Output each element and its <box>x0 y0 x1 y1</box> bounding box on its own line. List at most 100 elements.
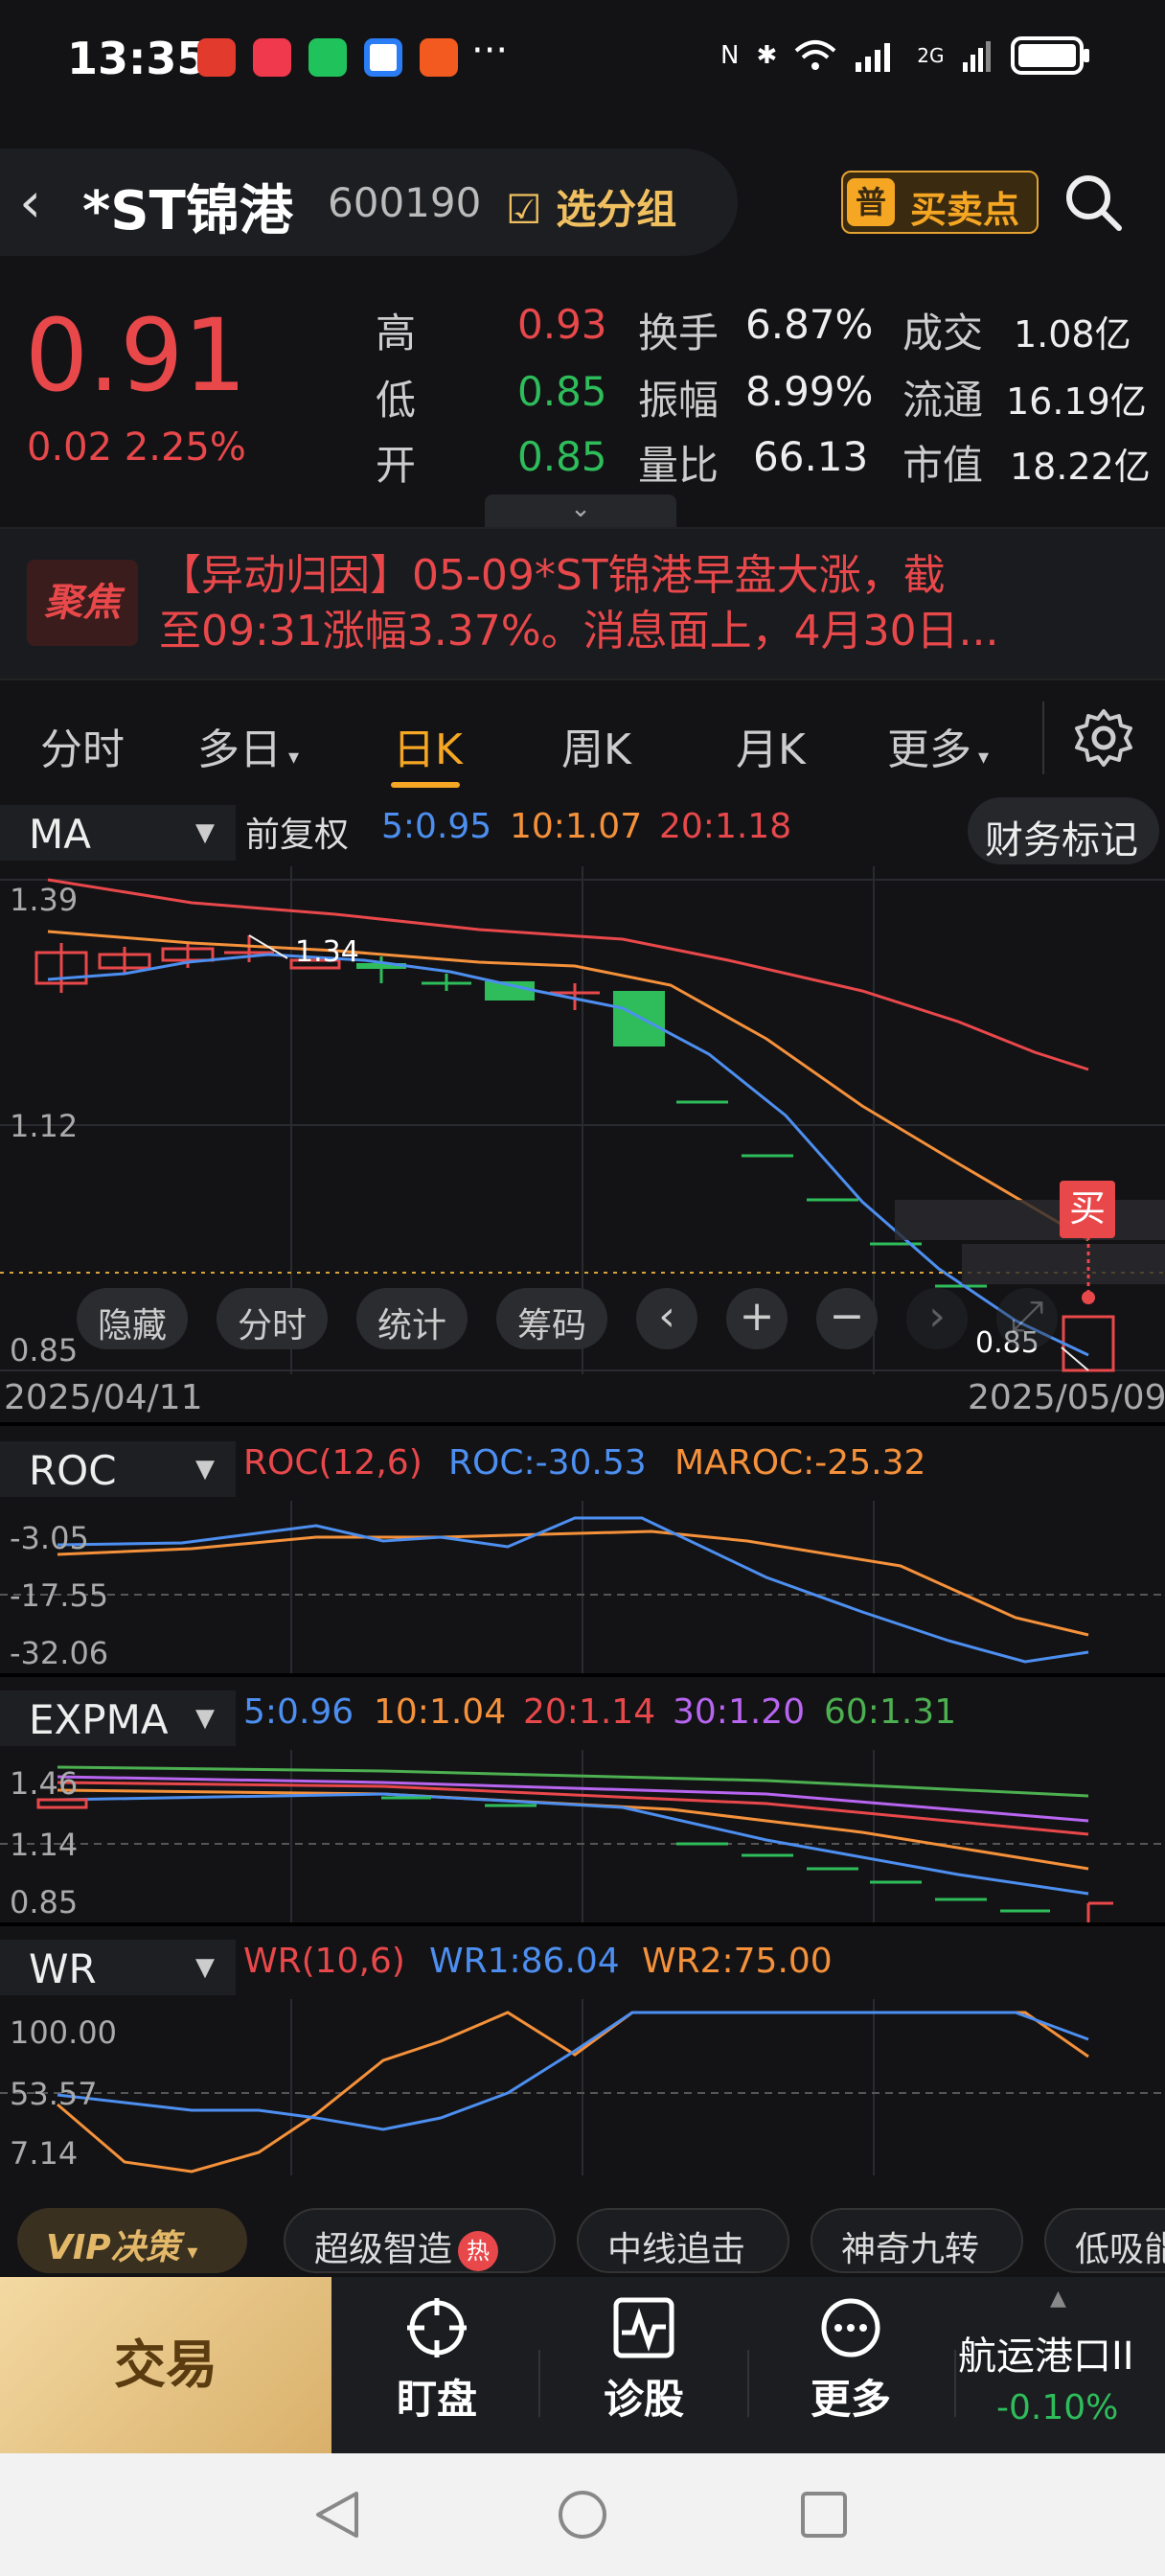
intraday-button[interactable]: 分时 <box>217 1288 329 1349</box>
select-group-label: 选分组 <box>556 186 677 233</box>
expand-quote-button[interactable]: ⌄ <box>485 494 676 527</box>
wifi-icon <box>794 40 836 70</box>
nav-divider <box>538 2350 540 2417</box>
home-circle-icon[interactable] <box>556 2488 609 2542</box>
volume-label: 成交 <box>902 310 984 356</box>
expma-indicator-select[interactable]: EXPMA ▼ <box>0 1690 236 1746</box>
tab-weekly-k[interactable]: 周K <box>561 715 631 776</box>
expand-up-icon[interactable]: ▲ <box>1050 2287 1066 2311</box>
focus-badge: 聚焦 <box>27 560 138 646</box>
news-banner[interactable]: 聚焦 【异动归因】05-09*ST锦港早盘大涨，截 至09:31涨幅3.37%。… <box>0 527 1165 680</box>
roc-indicator-select[interactable]: ROC ▼ <box>0 1441 236 1497</box>
roc-params: ROC(12,6) <box>243 1443 423 1483</box>
tab-divider <box>1042 702 1044 774</box>
trade-button[interactable]: 交易 <box>0 2277 331 2453</box>
chip-super-manufacture[interactable]: 超级智造热 <box>284 2208 556 2273</box>
wr-chart <box>0 1999 1165 2175</box>
buy-signal-tag[interactable]: 买 <box>1060 1181 1115 1238</box>
ma-indicator-label: MA <box>29 811 91 858</box>
chip-midline-chase[interactable]: 中线追击 <box>577 2208 789 2273</box>
chip-distribution-button[interactable]: 筹码 <box>496 1288 608 1349</box>
maroc-line <box>57 1530 1089 1637</box>
market-cap-value: 18.22亿 <box>1010 446 1151 488</box>
diagnose-button[interactable]: 诊股 <box>567 2296 720 2426</box>
news-text: 【异动归因】05-09*ST锦港早盘大涨，截 至09:31涨幅3.37%。消息面… <box>159 548 1146 659</box>
ma5-label: 5:0.95 <box>381 807 492 846</box>
turnover-value: 6.87% <box>745 301 874 348</box>
chart-toolbar: 隐藏 分时 统计 筹码 ‹ + − › ⤢ <box>77 1288 1059 1349</box>
sector-name: 航运港口II <box>958 2334 1134 2379</box>
finance-marker-button[interactable]: 财务标记 <box>968 797 1159 864</box>
high-value: 0.93 <box>517 301 607 348</box>
wr-params: WR(10,6) <box>243 1942 405 1981</box>
wr2-line <box>57 2011 1089 2174</box>
zoom-out-icon[interactable]: − <box>816 1288 879 1349</box>
roc-y-mid: -17.55 <box>10 1577 109 1614</box>
expma30-label: 30:1.20 <box>673 1692 806 1732</box>
y-axis-bottom: 0.85 <box>10 1332 79 1368</box>
peak-label: 1.34 <box>295 935 359 969</box>
wr2-value: WR2:75.00 <box>642 1942 833 1981</box>
chart-overlay-shade <box>895 1200 1165 1240</box>
search-icon[interactable] <box>1063 172 1123 232</box>
fullscreen-icon[interactable]: ⤢ <box>996 1288 1059 1349</box>
chip-low-buy[interactable]: 低吸能 <box>1044 2208 1165 2273</box>
network-type: 2G <box>917 44 945 67</box>
signal-icon <box>856 43 891 72</box>
ma10-label: 10:1.07 <box>510 807 643 846</box>
date-end: 2025/05/09 <box>968 1378 1165 1417</box>
tab-multi-day-label: 多日 <box>197 725 282 774</box>
amplitude-label: 振幅 <box>638 377 720 424</box>
back-arrow-icon[interactable]: ‹ <box>19 170 41 235</box>
nfc-icon: N <box>720 41 740 70</box>
wr-y-mid: 53.57 <box>10 2076 98 2112</box>
tab-daily-k[interactable]: 日K <box>393 715 463 776</box>
hide-button[interactable]: 隐藏 <box>77 1288 189 1349</box>
status-time: 13:35 <box>67 33 208 84</box>
recents-square-icon[interactable] <box>799 2490 849 2540</box>
back-triangle-icon[interactable] <box>312 2488 362 2542</box>
panel-separator <box>0 1673 1165 1677</box>
tab-more[interactable]: 更多 ▾ <box>887 715 989 776</box>
wr-indicator-label: WR <box>29 1945 97 1992</box>
dropdown-icon: ▼ <box>195 818 215 847</box>
chip-magic-nine[interactable]: 神奇九转 <box>811 2208 1023 2273</box>
tab-multi-day[interactable]: 多日 ▾ <box>197 715 299 776</box>
app-notification-icon <box>420 38 458 77</box>
vip-decision-button[interactable]: VIP决策 ▾ <box>17 2208 247 2273</box>
expma-indicator-label: EXPMA <box>29 1696 169 1743</box>
news-line-2: 至09:31涨幅3.37%。消息面上，4月30日... <box>159 607 999 656</box>
wr1-line <box>57 2011 1089 2131</box>
wr-indicator-select[interactable]: WR ▼ <box>0 1940 236 1995</box>
more-button[interactable]: 更多 <box>774 2296 927 2426</box>
expma60-label: 60:1.31 <box>824 1692 957 1732</box>
sector-info[interactable]: 航运港口II -0.10% <box>958 2325 1165 2427</box>
gear-icon[interactable] <box>1073 707 1134 769</box>
bottom-nav: 交易 盯盘 诊股 更多 ▲ 航运港口II -0.10% <box>0 2277 1165 2453</box>
zoom-in-icon[interactable]: + <box>726 1288 788 1349</box>
ma10-line <box>47 930 1089 1242</box>
volume-ratio-label: 量比 <box>638 442 720 489</box>
tab-intraday[interactable]: 分时 <box>40 715 125 776</box>
price-change-value: 0.02 <box>27 426 113 470</box>
dropdown-icon: ▼ <box>195 1953 215 1982</box>
notification-icons <box>197 38 458 77</box>
tab-monthly-k[interactable]: 月K <box>736 715 806 776</box>
statistics-button[interactable]: 统计 <box>356 1288 468 1349</box>
ma-indicator-select[interactable]: MA ▼ <box>0 805 236 861</box>
date-start: 2025/04/11 <box>4 1378 203 1417</box>
pulse-chart-icon <box>613 2297 674 2358</box>
select-group-button[interactable]: ☑ 选分组 <box>506 177 676 236</box>
roc-y-bottom: -32.06 <box>10 1635 109 1671</box>
roc-chart <box>0 1501 1165 1673</box>
bluetooth-icon: ✱ <box>756 41 778 70</box>
low-pointer <box>1061 1346 1089 1371</box>
system-status-icons: N ✱ 2G <box>720 36 1091 75</box>
panel-separator <box>0 1422 1165 1426</box>
app-notification-icon <box>253 38 291 77</box>
prev-arrow-icon[interactable]: ‹ <box>636 1288 698 1349</box>
next-arrow-icon[interactable]: › <box>906 1288 969 1349</box>
wr-y-top: 100.00 <box>10 2014 117 2051</box>
price-change: 0.02 2.25% <box>27 426 246 470</box>
watch-button[interactable]: 盯盘 <box>360 2296 514 2426</box>
